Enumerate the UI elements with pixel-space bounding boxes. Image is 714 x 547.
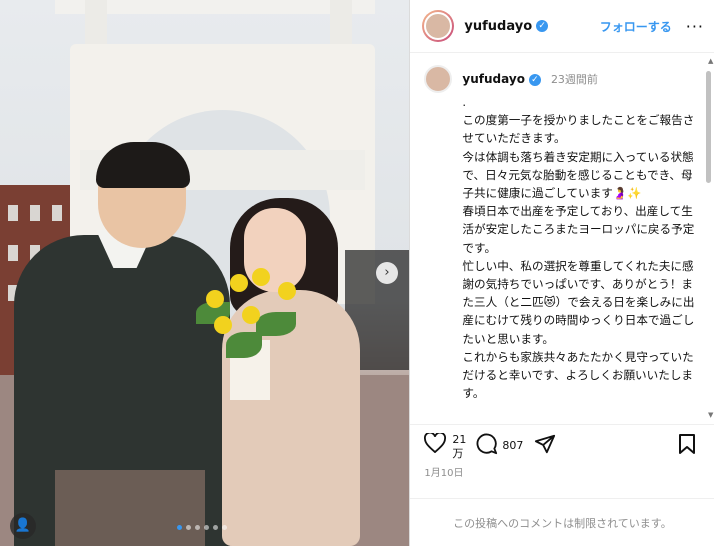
user-tag-button[interactable]: 👤 — [10, 513, 36, 539]
carousel-dot — [186, 525, 191, 530]
carousel-indicator — [177, 525, 227, 530]
follow-button[interactable]: フォローする — [600, 18, 672, 35]
carousel-next-button[interactable]: › — [376, 262, 398, 284]
verified-badge-icon: ✓ — [528, 73, 541, 86]
chevron-right-icon: › — [384, 265, 390, 280]
caption-header: yufudayo ✓ 23週間前 — [410, 53, 714, 93]
like-count[interactable]: 21 万 — [452, 433, 472, 461]
instagram-post: › 👤 yufudayo ✓ フォローする ··· yufudayo ✓ 23週… — [0, 0, 714, 546]
carousel-dot — [177, 525, 182, 530]
author-username[interactable]: yufudayo ✓ — [464, 19, 549, 34]
carousel-dot — [222, 525, 227, 530]
photo-bouquet — [186, 262, 316, 372]
caption-text: . この度第一子を授かりましたことをご報告させていただきます。 今は体調も落ち着… — [462, 95, 695, 423]
carousel-dot — [195, 525, 200, 530]
comment-count[interactable]: 807 — [502, 439, 523, 452]
carousel-dot — [213, 525, 218, 530]
photo-man-pants — [55, 470, 205, 546]
heart-icon[interactable] — [424, 431, 447, 458]
scrollbar-thumb[interactable] — [706, 71, 712, 183]
author-avatar[interactable] — [422, 10, 455, 42]
more-options-icon[interactable]: ··· — [686, 17, 704, 36]
user-tag-icon: 👤 — [14, 518, 32, 533]
scroll-down-arrow[interactable]: ▼ — [708, 411, 713, 419]
scroll-up-arrow[interactable]: ▲ — [708, 57, 713, 65]
send-icon[interactable] — [534, 433, 556, 460]
post-side-panel: yufudayo ✓ フォローする ··· yufudayo ✓ 23週間前 . こ… — [409, 0, 714, 546]
post-header: yufudayo ✓ フォローする ··· — [410, 0, 714, 53]
comment-icon[interactable] — [476, 433, 498, 460]
comments-disabled-notice: この投稿へのコメントは制限されています。 — [410, 498, 714, 547]
post-time-ago: 23週間前 — [550, 73, 598, 86]
carousel-dot — [204, 525, 209, 530]
caption-scroll-area[interactable]: yufudayo ✓ 23週間前 . この度第一子を授かりましたことをご報告させて… — [410, 53, 714, 423]
post-photo[interactable]: › 👤 — [0, 0, 410, 546]
post-date: 1月10日 — [424, 468, 464, 479]
caption-username[interactable]: yufudayo ✓ — [462, 72, 541, 86]
caption-avatar[interactable] — [424, 65, 453, 93]
bookmark-icon[interactable] — [678, 433, 696, 460]
verified-badge-icon: ✓ — [536, 20, 549, 32]
